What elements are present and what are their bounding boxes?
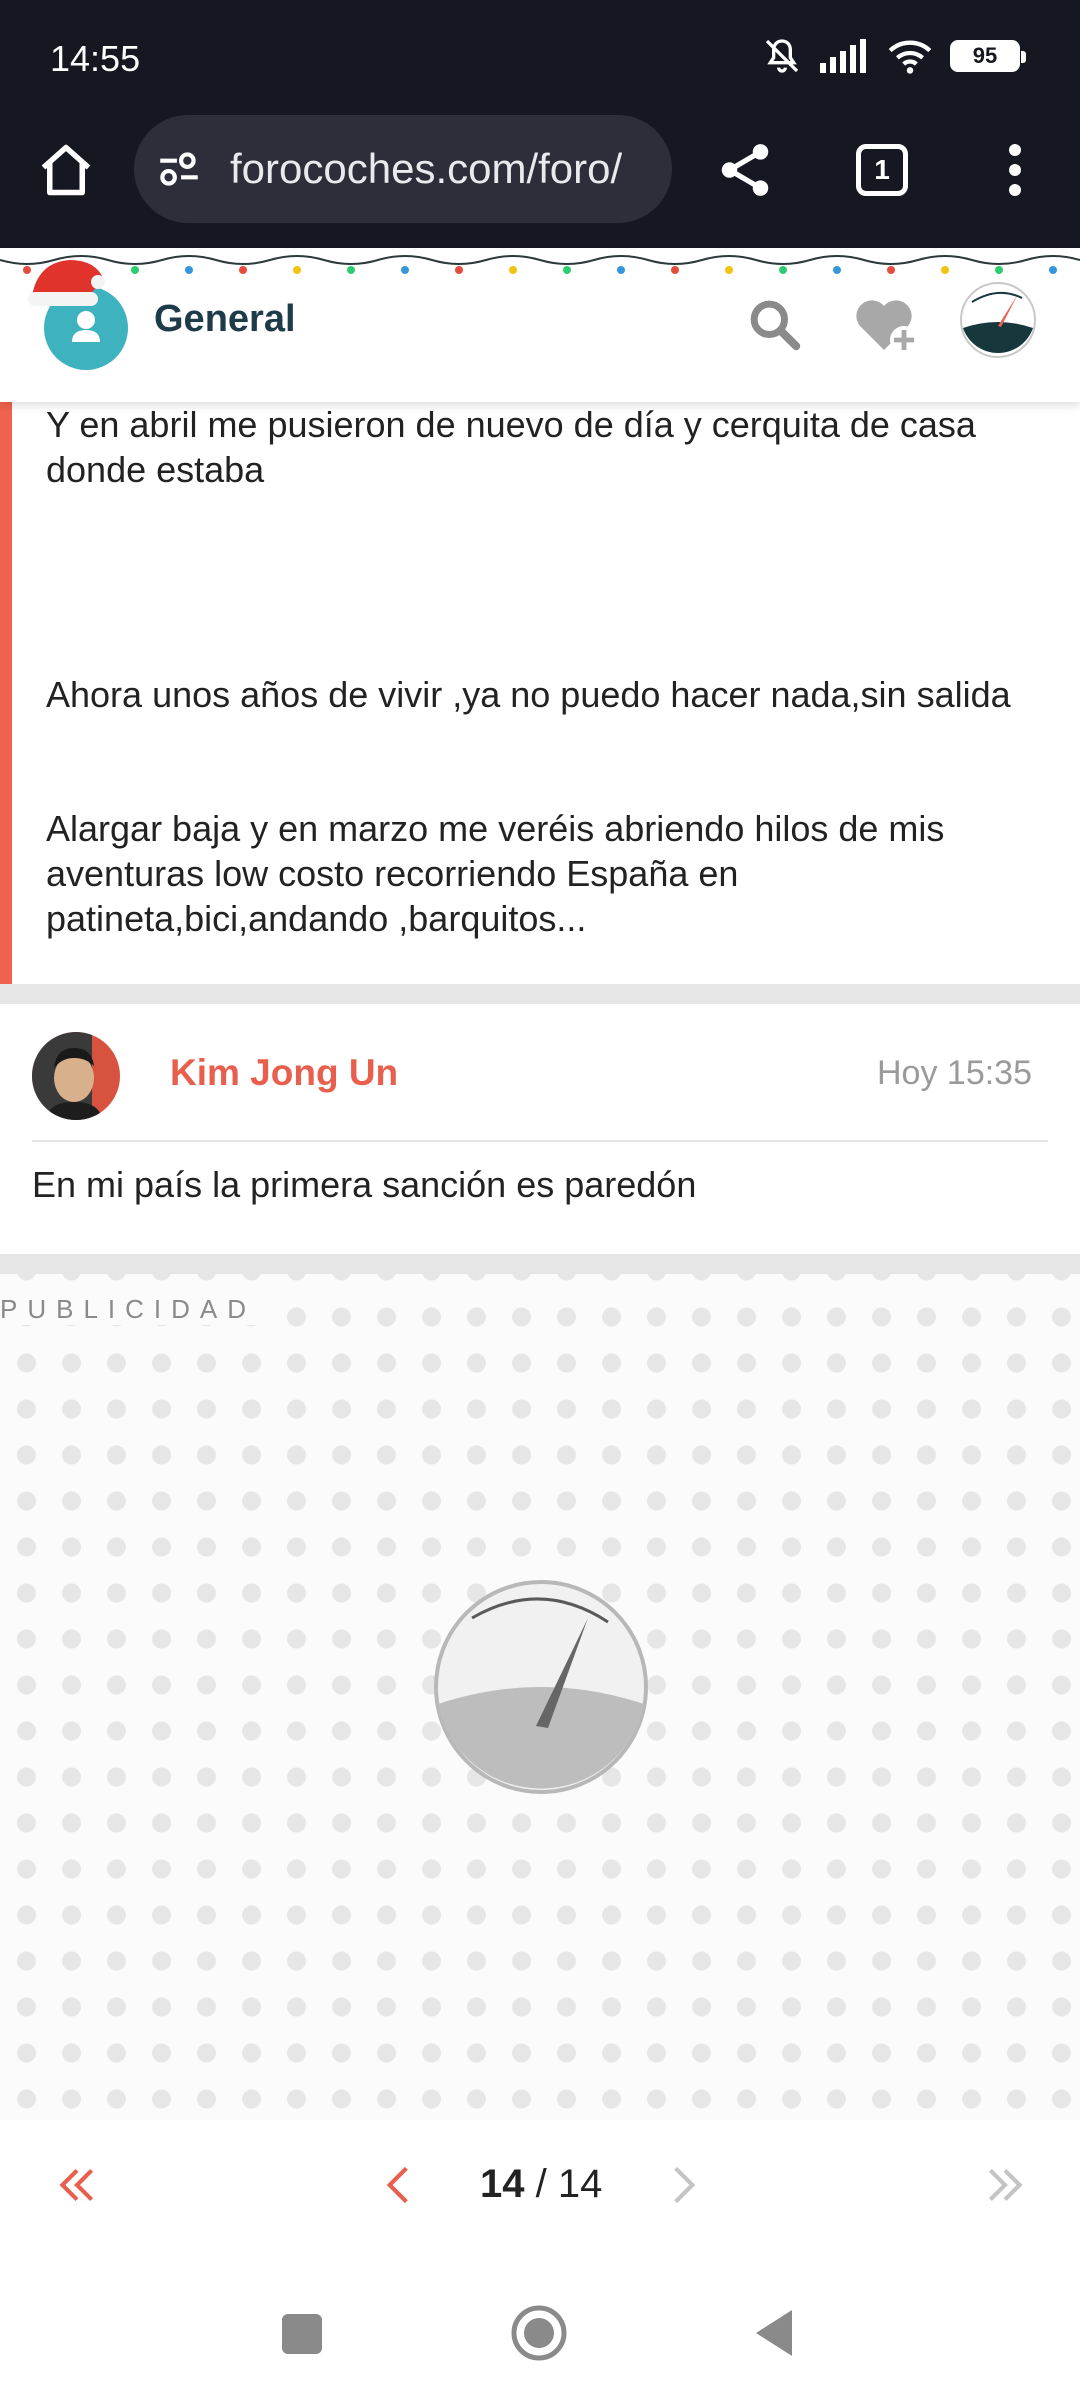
- status-icons: 95: [762, 36, 1026, 76]
- address-bar[interactable]: forocoches.com/foro/: [134, 115, 672, 223]
- post-divider: [32, 1140, 1048, 1142]
- santa-hat-icon: [28, 260, 105, 306]
- avatar-portrait-icon: [32, 1032, 120, 1120]
- battery-indicator: 95: [950, 40, 1026, 72]
- advertisement-area: PUBLICIDAD: [0, 1274, 1080, 2120]
- signal-icon: [820, 39, 866, 73]
- forocoches-gauge-icon[interactable]: [958, 280, 1038, 360]
- previous-page-icon[interactable]: [378, 2160, 418, 2210]
- post-paragraph: Y en abril me pusieron de nuevo de día y…: [46, 404, 976, 490]
- author-name[interactable]: Kim Jong Un: [170, 1052, 398, 1094]
- wifi-icon: [888, 40, 932, 74]
- browser-chrome: 14:55 95 forocoches.com/foro/ 1: [0, 0, 1080, 248]
- post-previous: Y en abril me pusieron de nuevo de día y…: [0, 402, 1080, 984]
- total-pages: 14: [557, 2162, 603, 2206]
- post-accent-bar: [0, 402, 12, 984]
- current-page: 14: [480, 2162, 525, 2206]
- home-button-icon[interactable]: [510, 2304, 568, 2362]
- first-page-icon[interactable]: [52, 2160, 102, 2210]
- mute-bell-icon: [765, 39, 799, 73]
- ad-label: PUBLICIDAD: [0, 1294, 263, 1325]
- heart-add-icon[interactable]: [852, 292, 920, 356]
- more-options-icon[interactable]: [1000, 140, 1030, 200]
- back-button-icon[interactable]: [752, 2306, 796, 2360]
- christmas-lights-decoration: [0, 255, 1080, 274]
- status-time: 14:55: [50, 38, 141, 79]
- home-icon[interactable]: [36, 140, 96, 200]
- tab-switcher-button[interactable]: 1: [856, 144, 908, 196]
- post-paragraph: Ahora unos años de vivir ,ya no puedo ha…: [46, 674, 1011, 715]
- post-separator: [0, 984, 1080, 1004]
- post-separator: [0, 1254, 1080, 1274]
- site-settings-icon[interactable]: [154, 144, 204, 194]
- forum-header: General: [0, 248, 1080, 402]
- recents-button[interactable]: [282, 2314, 322, 2354]
- post-timestamp: Hoy 15:35: [877, 1054, 1032, 1092]
- search-icon[interactable]: [746, 296, 802, 352]
- author-avatar[interactable]: [32, 1032, 120, 1120]
- last-page-icon[interactable]: [980, 2160, 1030, 2210]
- url-text: forocoches.com/foro/: [230, 145, 623, 192]
- post-paragraph: Alargar baja y en marzo me veréis abrien…: [46, 808, 945, 939]
- post-body: En mi país la primera sanción es paredón: [32, 1164, 697, 1205]
- next-page-icon[interactable]: [664, 2160, 704, 2210]
- forum-title[interactable]: General: [154, 298, 296, 341]
- system-navigation-bar: [0, 2250, 1080, 2400]
- post-item: Kim Jong Un Hoy 15:35 En mi país la prim…: [0, 1004, 1080, 1254]
- page-indicator[interactable]: 14 / 14: [480, 2162, 602, 2207]
- pagination-bar: 14 / 14: [0, 2120, 1080, 2250]
- share-icon[interactable]: [714, 138, 776, 202]
- forocoches-gauge-placeholder-icon: [434, 1580, 648, 1794]
- page-separator: /: [524, 2162, 558, 2206]
